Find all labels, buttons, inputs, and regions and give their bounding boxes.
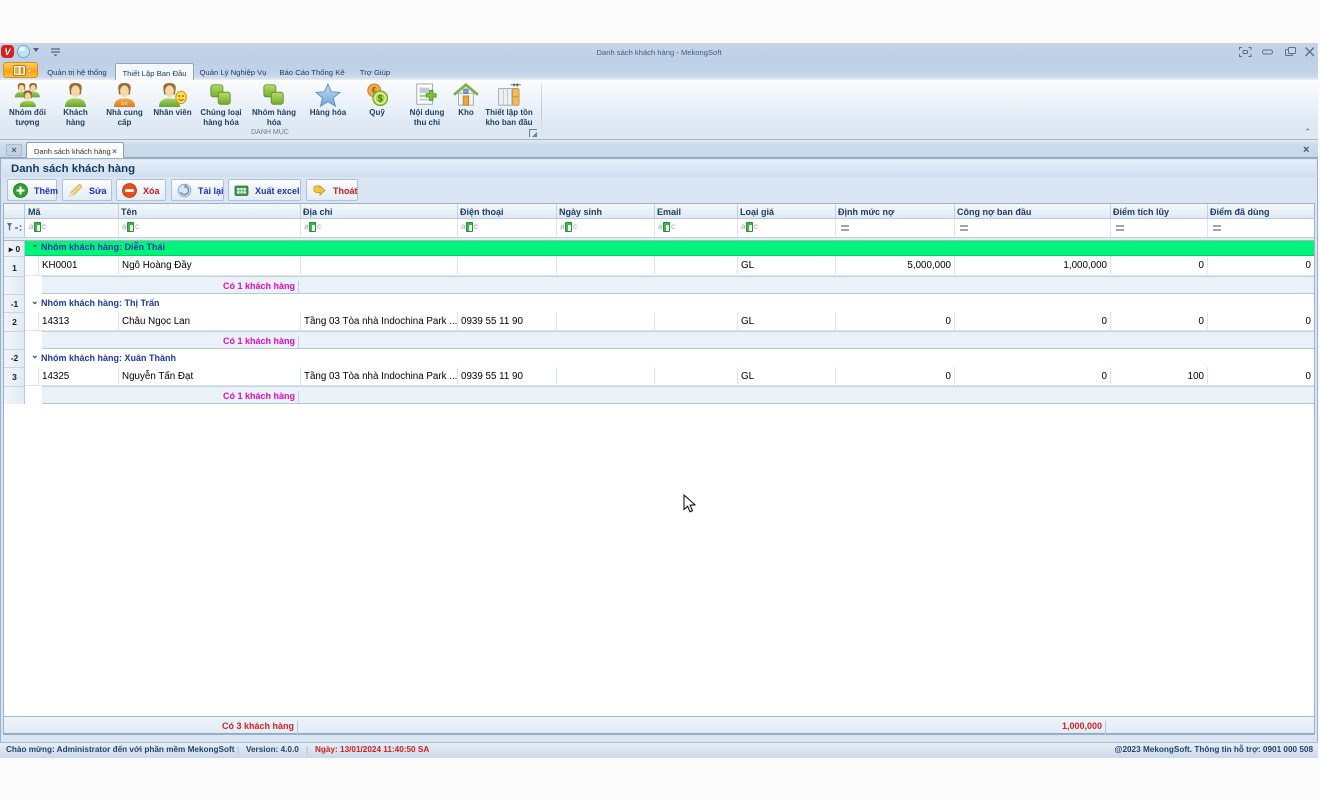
svg-text:$: $ (378, 93, 383, 103)
svg-text:DX: DX (121, 101, 128, 107)
